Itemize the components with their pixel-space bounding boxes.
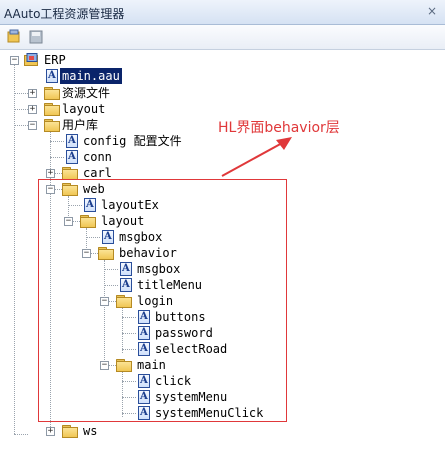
close-icon[interactable]: × xyxy=(425,4,439,18)
folder-tree-icon[interactable] xyxy=(6,29,22,45)
expand-icon[interactable]: + xyxy=(28,105,37,114)
aau-file-icon: A xyxy=(66,134,78,148)
folder-icon xyxy=(44,87,60,100)
save-icon[interactable] xyxy=(28,29,44,45)
title-bar: AAuto工程资源管理器 × xyxy=(0,0,445,25)
highlight-box xyxy=(38,179,287,422)
tree-label: layout xyxy=(62,102,106,116)
tree-label: ws xyxy=(83,424,98,438)
expand-icon[interactable]: + xyxy=(28,89,37,98)
tree-label: conn xyxy=(83,150,112,164)
window-title: AAuto工程资源管理器 xyxy=(4,7,125,21)
collapse-icon[interactable]: − xyxy=(28,121,37,130)
folder-icon xyxy=(62,425,78,438)
project-icon xyxy=(24,53,38,66)
tree-label: 资源文件 xyxy=(62,86,111,100)
expand-icon[interactable]: + xyxy=(46,169,55,178)
folder-icon xyxy=(44,119,60,132)
folder-icon xyxy=(62,167,78,180)
aau-file-icon: A xyxy=(46,69,58,83)
collapse-icon[interactable]: − xyxy=(10,56,19,65)
tree-label: config 配置文件 xyxy=(83,134,182,148)
aau-file-icon: A xyxy=(66,150,78,164)
tree-label: ERP xyxy=(44,53,66,67)
tree-label: 用户库 xyxy=(62,118,99,132)
tree-label: main.aau xyxy=(60,68,122,84)
folder-icon xyxy=(44,103,60,116)
toolbar xyxy=(0,25,445,50)
arrow-icon xyxy=(221,137,292,177)
expand-icon[interactable]: + xyxy=(46,427,55,436)
